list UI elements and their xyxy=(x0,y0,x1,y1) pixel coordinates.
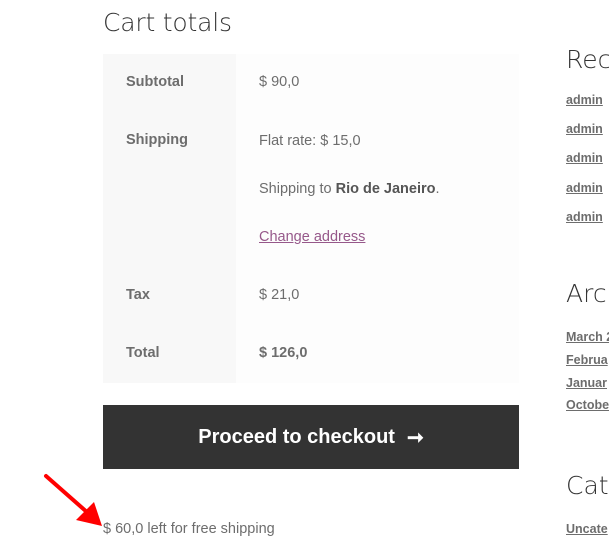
cart-totals-title: Cart totals xyxy=(103,8,232,37)
arrow-right-icon: ➞ xyxy=(406,426,424,449)
archive-link[interactable]: Octobe xyxy=(566,398,609,412)
categories-heading: Cate xyxy=(566,471,609,500)
tax-value: $ 21,0 xyxy=(236,267,519,325)
category-link[interactable]: Uncate xyxy=(566,522,608,536)
archive-link[interactable]: March 2 xyxy=(566,330,609,344)
shipping-label: Shipping xyxy=(103,112,236,267)
shipping-destination-prefix: Shipping to xyxy=(259,181,336,197)
cart-totals-table: Subtotal $ 90,0 Shipping Flat rate: $ 15… xyxy=(103,54,519,383)
tax-label: Tax xyxy=(103,267,236,325)
recent-comment-author-link[interactable]: admin xyxy=(566,93,603,107)
recent-comment-author-link[interactable]: admin xyxy=(566,210,603,224)
shipping-details: Flat rate: $ 15,0 Shipping to Rio de Jan… xyxy=(236,112,519,267)
total-value: $ 126,0 xyxy=(236,325,519,383)
change-address-link[interactable]: Change address xyxy=(259,229,365,245)
subtotal-row: Subtotal $ 90,0 xyxy=(103,54,519,112)
subtotal-value: $ 90,0 xyxy=(236,54,519,112)
total-label: Total xyxy=(103,325,236,383)
subtotal-label: Subtotal xyxy=(103,54,236,112)
archives-heading: Arch xyxy=(566,279,609,308)
recent-comments-heading: Rece xyxy=(566,45,609,74)
checkout-button-label: Proceed to checkout xyxy=(198,425,395,448)
shipping-destination-city: Rio de Janeiro xyxy=(335,181,436,197)
recent-comment-author-link[interactable]: admin xyxy=(566,181,603,195)
annotation-arrow-icon xyxy=(44,474,102,526)
recent-comment-author-link[interactable]: admin xyxy=(566,151,603,165)
shipping-destination-suffix: . xyxy=(435,181,440,197)
shipping-destination: Shipping to Rio de Janeiro. xyxy=(259,180,519,198)
tax-row: Tax $ 21,0 xyxy=(103,267,519,325)
recent-comment-author-link[interactable]: admin xyxy=(566,122,603,136)
archive-link[interactable]: Februa xyxy=(566,353,608,367)
free-shipping-notice: $ 60,0 left for free shipping xyxy=(103,521,275,537)
shipping-row: Shipping Flat rate: $ 15,0 Shipping to R… xyxy=(103,112,519,267)
archive-link[interactable]: Januar xyxy=(566,376,607,390)
total-row: Total $ 126,0 xyxy=(103,325,519,383)
shipping-method: Flat rate: $ 15,0 xyxy=(259,133,361,149)
proceed-to-checkout-button[interactable]: Proceed to checkout ➞ xyxy=(103,405,519,469)
